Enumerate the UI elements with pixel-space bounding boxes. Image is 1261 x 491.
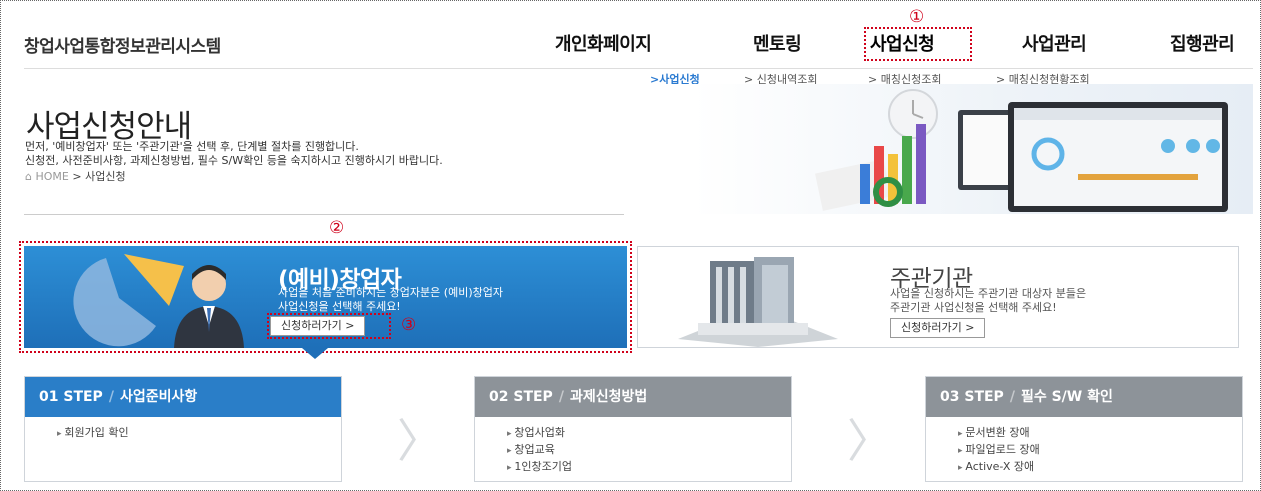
step-2-header: 02 STEP / 과제신청방법 [475,377,791,417]
chevron-right-icon: 〉 [397,414,443,468]
step-panel-3: 03 STEP / 필수 S/W 확인 문서변환 장애 파일업로드 장애 Activ… [925,376,1243,482]
founder-desc-line-2: 사업신청을 선택해 주세요! [278,300,401,313]
main-nav: 개인화페이지 멘토링 사업신청 사업관리 집행관리 [0,30,1261,60]
step-1-separator: / [108,389,114,405]
highlight-box-nav [864,27,972,61]
step-3-separator: / [1009,389,1015,405]
breadcrumb-separator: > [72,170,82,183]
nav-mentoring[interactable]: 멘토링 [753,30,802,56]
step-1-list: 회원가입 확인 [25,417,341,442]
step-panel-1: 01 STEP / 사업준비사항 회원가입 확인 [24,376,342,482]
step-panel-2: 02 STEP / 과제신청방법 창업사업화 창업교육 1인창조기업 [474,376,792,482]
marker-3: ③ [401,315,417,335]
step-3-item[interactable]: 파일업로드 장애 [958,442,1242,459]
step-3-header: 03 STEP / 필수 S/W 확인 [926,377,1242,417]
breadcrumb: ⌂ HOME > 사업신청 [25,168,126,184]
page-description: 먼저, '예비창업자' 또는 '주관기관'을 선택 후, 단계별 절차를 진행합… [25,140,443,168]
nav-business-management[interactable]: 사업관리 [1022,30,1087,56]
step-3-item[interactable]: 문서변환 장애 [958,425,1242,442]
chevron-right-icon: 〉 [847,414,893,468]
header-divider [24,68,1253,69]
marker-2: ② [329,218,345,238]
step-2-item[interactable]: 창업사업화 [507,425,791,442]
step-2-number: 02 STEP [489,389,553,405]
step-3-number: 03 STEP [940,389,1004,405]
marker-1: ① [909,7,925,27]
step-2-list: 창업사업화 창업교육 1인창조기업 [475,417,791,476]
step-2-item[interactable]: 1인창조기업 [507,459,791,476]
step-3-item[interactable]: Active-X 장애 [958,459,1242,476]
building-illustration [678,257,838,347]
agency-desc-line-1: 사업을 신청하시는 주관기관 대상자 분들은 [890,287,1087,300]
founder-card-description: 사업을 처음 준비하시는 창업자분은 (예비)창업자 사업신청을 선택해 주세요… [278,286,503,314]
agency-desc-line-2: 주관기관 사업신청을 선택해 주세요! [890,301,1057,314]
step-3-list: 문서변환 장애 파일업로드 장애 Active-X 장애 [926,417,1242,476]
nav-execution-management[interactable]: 집행관리 [1170,30,1235,56]
agency-card[interactable]: 주관기관 사업을 신청하시는 주관기관 대상자 분들은 주관기관 사업신청을 선… [637,246,1239,348]
step-2-item[interactable]: 창업교육 [507,442,791,459]
agency-card-description: 사업을 신청하시는 주관기관 대상자 분들은 주관기관 사업신청을 선택해 주세… [890,287,1086,315]
step-2-title: 과제신청방법 [569,389,648,405]
agency-apply-button[interactable]: 신청하러가기 > [890,318,986,338]
hero-divider [24,214,624,215]
step-1-item[interactable]: 회원가입 확인 [57,425,341,442]
step-3-title: 필수 S/W 확인 [1020,389,1113,405]
step-2-separator: / [558,389,564,405]
step-1-number: 01 STEP [39,389,103,405]
selection-pointer [302,348,328,359]
founder-illustration [73,254,244,348]
highlight-box-apply-button [267,313,391,339]
step-1-header: 01 STEP / 사업준비사항 [25,377,341,417]
nav-personal-page[interactable]: 개인화페이지 [555,30,652,56]
breadcrumb-current: 사업신청 [85,170,126,183]
desc-line-1: 먼저, '예비창업자' 또는 '주관기관'을 선택 후, 단계별 절차를 진행합… [25,140,359,153]
desc-line-2: 신청전, 사전준비사항, 과제신청방법, 필수 S/W확인 등을 숙지하시고 진… [25,154,443,167]
step-1-title: 사업준비사항 [119,389,198,405]
founder-desc-line-1: 사업을 처음 준비하시는 창업자분은 (예비)창업자 [278,286,503,299]
breadcrumb-home[interactable]: ⌂ HOME [25,170,69,183]
